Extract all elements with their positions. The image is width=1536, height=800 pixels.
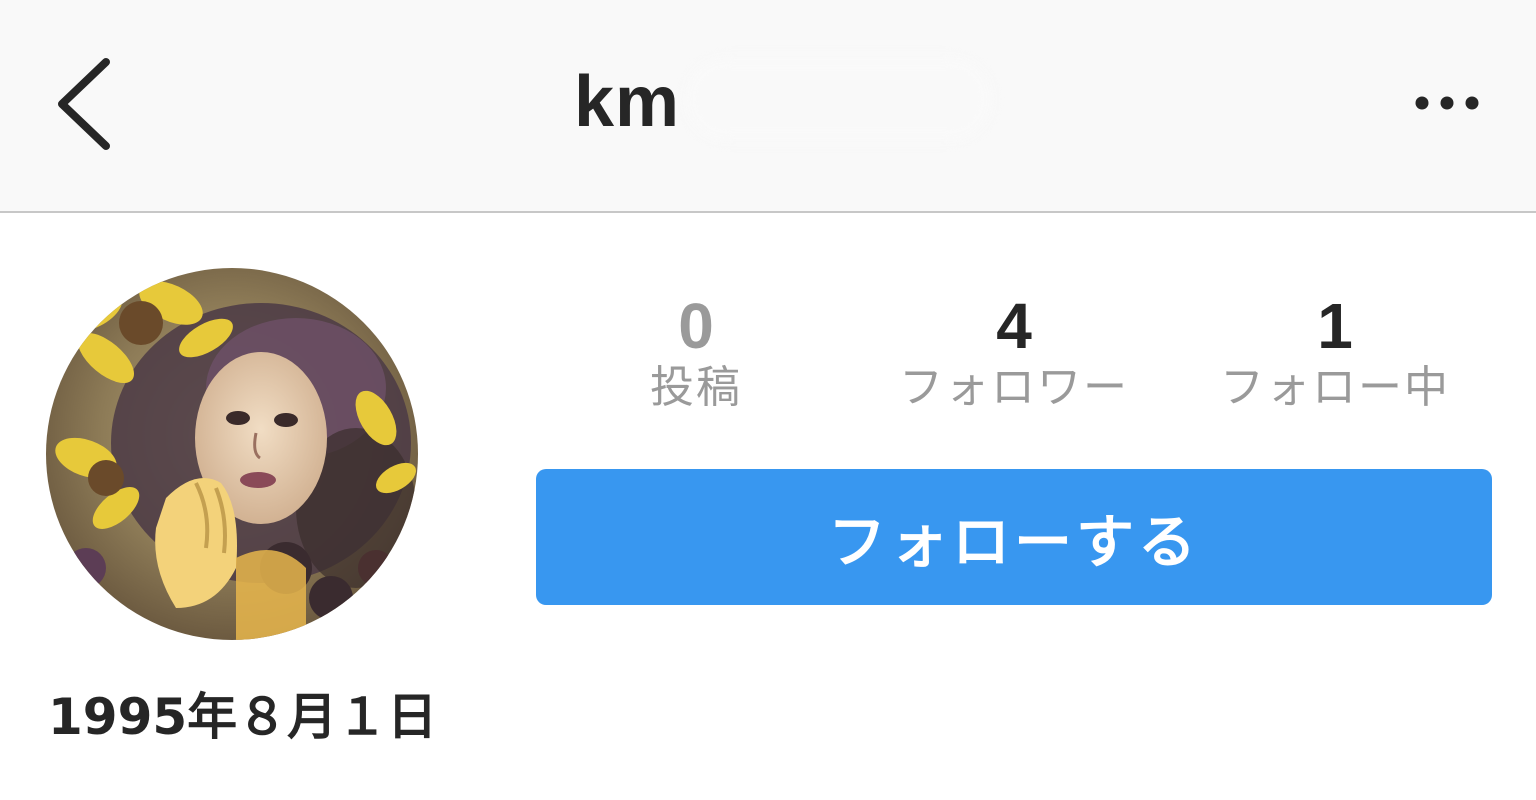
profile-username-title: km — [574, 62, 680, 142]
stat-posts: 0 投稿 — [621, 292, 771, 416]
avatar-painting-image — [46, 268, 418, 640]
follow-button[interactable]: フォローする — [536, 469, 1492, 605]
back-button[interactable] — [50, 52, 120, 156]
stat-followers[interactable]: 4 フォロワー — [874, 292, 1154, 416]
top-nav-bar: km — [0, 0, 1536, 213]
more-options-button[interactable] — [1408, 88, 1488, 118]
username-text: km — [574, 62, 681, 142]
posts-label: 投稿 — [650, 362, 742, 413]
profile-bio: 1995年８月１日 — [48, 688, 438, 746]
following-count: 1 — [1317, 290, 1353, 362]
more-horizontal-icon — [1415, 96, 1479, 110]
stat-following[interactable]: 1 フォロー中 — [1200, 292, 1470, 416]
followers-label: フォロワー — [899, 362, 1129, 413]
following-label: フォロー中 — [1220, 362, 1450, 413]
username-redaction-blur — [686, 58, 991, 140]
posts-count: 0 — [678, 290, 714, 362]
chevron-left-icon — [58, 58, 110, 150]
avatar[interactable] — [46, 268, 418, 640]
followers-count: 4 — [996, 290, 1032, 362]
